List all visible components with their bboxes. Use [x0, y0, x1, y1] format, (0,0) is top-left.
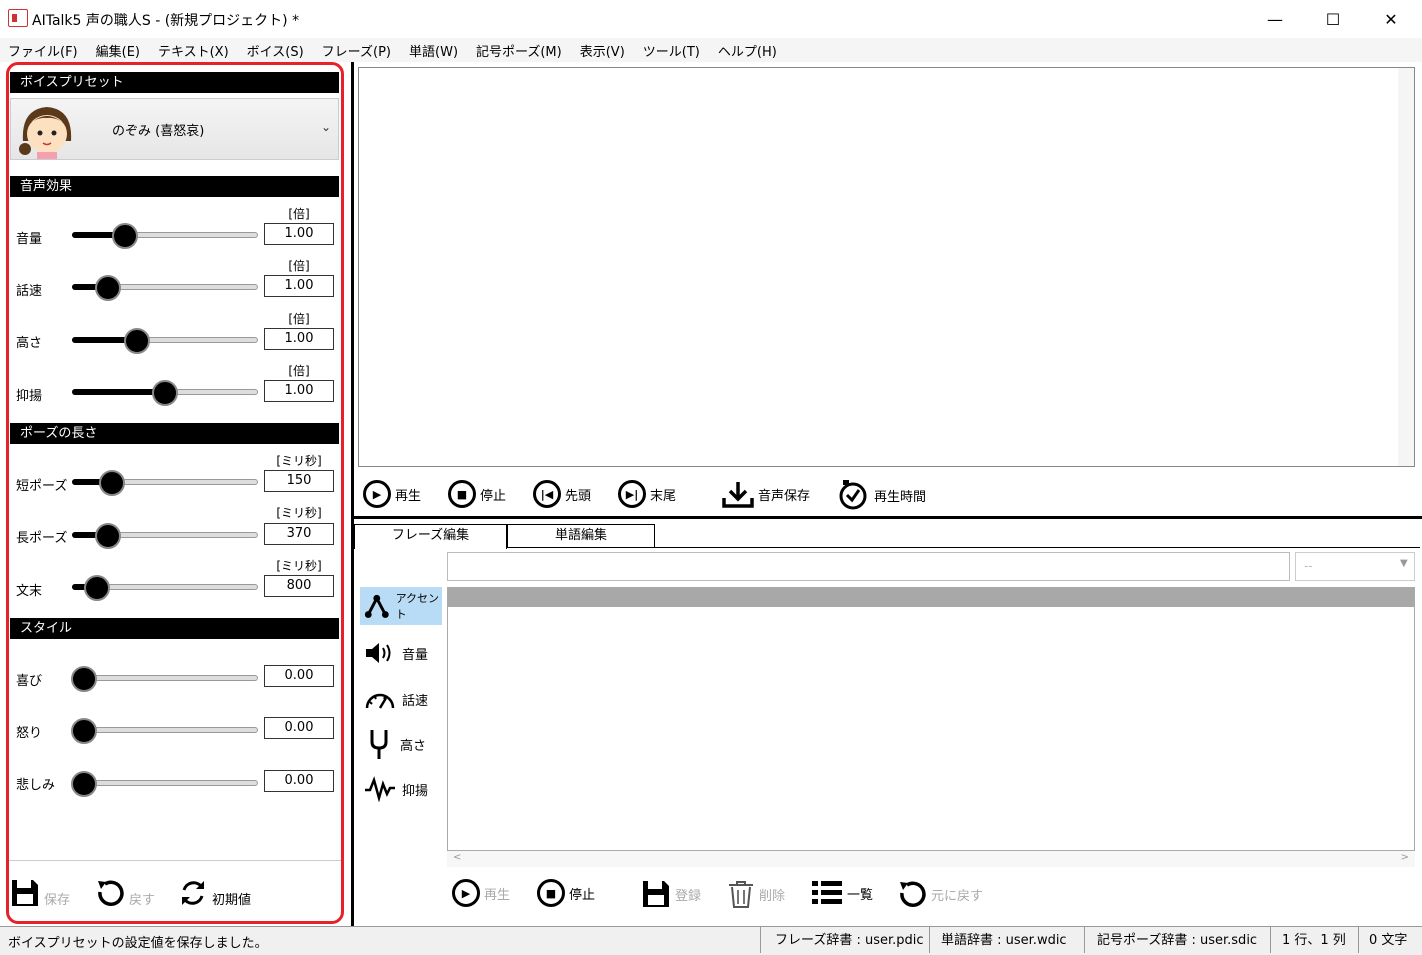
scroll-left-icon[interactable]: < — [453, 852, 461, 863]
save-audio-label: 音声保存 — [758, 488, 811, 504]
word-dictionary-status: 単語辞書 : user.wdic — [941, 933, 1067, 948]
stop-label: 停止 — [480, 488, 507, 504]
side-item-label: 高さ — [400, 738, 427, 754]
revert-button[interactable]: 元に戻す — [897, 879, 983, 909]
play-time-button[interactable]: 再生時間 — [838, 480, 926, 510]
app-speaker-icon — [8, 9, 28, 27]
download-icon — [722, 482, 754, 508]
phrase-dictionary-status: フレーズ辞書 : user.pdic — [775, 933, 924, 948]
undo-icon — [900, 881, 926, 908]
menu-text[interactable]: テキスト(X) — [158, 41, 229, 60]
delete-label: 削除 — [759, 888, 786, 904]
skip-forward-icon: ▶| — [618, 480, 646, 508]
char-count-status: 0 文字 — [1369, 933, 1408, 948]
speedometer-icon — [365, 693, 395, 709]
status-separator — [1270, 927, 1271, 953]
side-item-volume[interactable]: 音量 — [360, 634, 442, 672]
save-audio-button[interactable]: 音声保存 — [722, 480, 810, 508]
phrase-input[interactable] — [447, 552, 1290, 581]
status-separator — [760, 927, 761, 953]
status-separator — [1358, 927, 1359, 953]
tuning-fork-icon — [370, 730, 388, 759]
menu-file[interactable]: ファイル(F) — [8, 41, 78, 60]
menu-edit[interactable]: 編集(E) — [96, 41, 140, 60]
cursor-position-status: 1 行、1 列 — [1282, 933, 1346, 948]
phrase-stop-label: 停止 — [569, 887, 596, 903]
edit-area-scrollbar[interactable]: < > — [447, 851, 1415, 867]
go-to-start-button[interactable]: |◀ 先頭 — [533, 480, 591, 508]
floppy-disk-icon — [643, 881, 669, 907]
side-item-speed[interactable]: 話速 — [360, 680, 442, 718]
side-item-label: 音量 — [402, 647, 429, 663]
scroll-right-icon[interactable]: > — [1401, 852, 1409, 863]
status-separator — [929, 927, 930, 953]
tab-phrase-edit[interactable]: フレーズ編集 — [354, 524, 507, 549]
side-item-pitch[interactable]: 高さ — [360, 725, 442, 763]
maximize-button[interactable]: ☐ — [1304, 0, 1362, 38]
side-item-label: アクセント — [395, 592, 440, 621]
list-icon — [812, 881, 842, 904]
edit-area-header-bar — [448, 588, 1414, 607]
list-button[interactable]: 一覧 — [811, 879, 873, 907]
register-label: 登録 — [675, 888, 702, 904]
text-scrollbar[interactable] — [1398, 68, 1414, 466]
symbol-dictionary-status: 記号ポーズ辞書 : user.sdic — [1097, 933, 1258, 948]
play-label: 再生 — [395, 488, 422, 504]
revert-label: 元に戻す — [931, 888, 984, 904]
phrase-select[interactable]: -- — [1295, 552, 1415, 581]
window-title: AITalk5 声の職人S - (新規プロジェクト) * — [32, 13, 300, 29]
phrase-play-label: 再生 — [484, 887, 511, 903]
waveform-icon — [365, 776, 395, 802]
tail-label: 末尾 — [650, 488, 677, 504]
menu-phrase[interactable]: フレーズ(P) — [322, 41, 391, 60]
skip-back-icon: |◀ — [533, 480, 561, 508]
menu-help[interactable]: ヘルプ(H) — [718, 41, 777, 60]
play-icon: ▶ — [452, 879, 480, 907]
accent-icon — [364, 594, 389, 618]
horizontal-splitter[interactable] — [352, 516, 1422, 519]
side-item-label: 抑揚 — [402, 783, 429, 799]
list-label: 一覧 — [847, 887, 874, 903]
head-label: 先頭 — [565, 488, 592, 504]
menu-word[interactable]: 単語(W) — [409, 41, 458, 60]
menu-tools[interactable]: ツール(T) — [643, 41, 700, 60]
play-time-label: 再生時間 — [874, 489, 927, 505]
chevron-down-icon: ▼ — [1400, 558, 1408, 569]
phrase-stop-button[interactable]: ■ 停止 — [537, 879, 595, 907]
menu-symbol-pause[interactable]: 記号ポーズ(M) — [476, 41, 562, 60]
menu-view[interactable]: 表示(V) — [580, 41, 625, 60]
register-button[interactable]: 登録 — [641, 879, 701, 909]
stop-button[interactable]: ■ 停止 — [448, 480, 506, 508]
side-item-label: 話速 — [402, 693, 429, 709]
phrase-play-button[interactable]: ▶ 再生 — [452, 879, 510, 907]
status-separator — [1084, 927, 1085, 953]
delete-button[interactable]: 削除 — [727, 879, 785, 909]
menu-bar: ファイル(F) 編集(E) テキスト(X) ボイス(S) フレーズ(P) 単語(… — [0, 38, 1422, 62]
text-input-area[interactable] — [358, 67, 1415, 467]
side-item-intonation[interactable]: 抑揚 — [360, 770, 442, 808]
side-item-accent[interactable]: アクセント — [360, 587, 442, 625]
clock-check-icon — [839, 480, 867, 510]
minimize-button[interactable]: — — [1246, 0, 1304, 38]
play-button[interactable]: ▶ 再生 — [363, 480, 421, 508]
panel-highlight-frame — [6, 62, 344, 924]
status-message: ボイスプリセットの設定値を保存しました。 — [8, 936, 268, 951]
trash-icon — [729, 881, 753, 908]
stop-icon: ■ — [448, 480, 476, 508]
stop-icon: ■ — [537, 879, 565, 907]
speaker-icon — [366, 643, 391, 663]
close-button[interactable]: ✕ — [1362, 0, 1420, 38]
tab-word-edit[interactable]: 単語編集 — [507, 524, 655, 548]
accent-edit-area[interactable] — [447, 587, 1415, 851]
play-icon: ▶ — [363, 480, 391, 508]
go-to-end-button[interactable]: ▶| 末尾 — [618, 480, 676, 508]
menu-voice[interactable]: ボイス(S) — [247, 41, 304, 60]
